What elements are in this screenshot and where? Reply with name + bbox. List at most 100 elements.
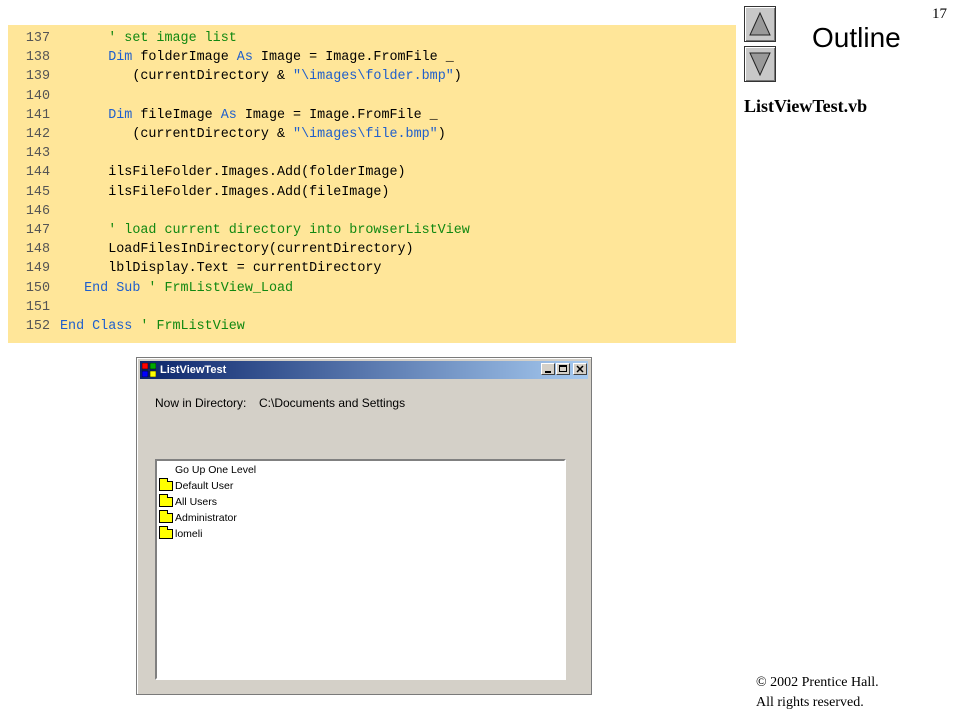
line-number: 149 — [25, 261, 50, 277]
line-number: 150 — [25, 280, 50, 296]
code-keyword: End Sub — [84, 280, 141, 296]
line-number: 138 — [25, 50, 50, 66]
arrow-down-icon — [749, 52, 771, 77]
code-keyword: Dim — [108, 50, 133, 66]
line-number: 141 — [25, 107, 50, 123]
list-item-label: All Users — [175, 496, 218, 508]
next-slide-button[interactable] — [744, 46, 776, 82]
list-item-go-up[interactable]: Go Up One Level — [157, 462, 357, 478]
arrow-up-icon — [749, 11, 771, 36]
code-string: "\images\folder.bmp" — [293, 69, 454, 85]
code-text: ilsFileFolder.Images.Add(folderImage) — [108, 165, 406, 181]
browser-listview[interactable]: Go Up One Level Default User All Users A… — [155, 459, 566, 680]
code-line: 147 ' load current directory into browse… — [8, 221, 470, 240]
line-number: 151 — [25, 299, 50, 315]
list-item-folder[interactable]: Administrator — [157, 510, 357, 526]
list-item-folder[interactable]: Default User — [157, 478, 357, 494]
code-keyword: As — [236, 50, 253, 66]
previous-slide-button[interactable] — [744, 6, 776, 42]
directory-value: C:\Documents and Settings — [259, 396, 406, 410]
code-line: 152 End Class ' FrmListView — [8, 317, 245, 336]
code-line: 138 Dim folderImage As Image = Image.Fro… — [8, 48, 454, 67]
code-line: 151 — [8, 298, 60, 317]
file-title: ListViewTest.vb — [744, 96, 868, 116]
code-text: folderImage — [132, 50, 237, 66]
code-text: Image = Image.FromFile _ — [252, 50, 454, 66]
code-line: 141 Dim fileImage As Image = Image.FromF… — [8, 106, 438, 125]
code-line: 137 ' set image list — [8, 29, 237, 48]
list-item-folder[interactable]: All Users — [157, 494, 357, 510]
folder-icon — [159, 494, 173, 507]
page-number: 17 — [932, 6, 947, 22]
list-item-label: Default User — [175, 480, 234, 492]
folder-icon — [159, 526, 173, 539]
line-number: 142 — [25, 127, 50, 142]
code-line: 144 ilsFileFolder.Images.Add(folderImage… — [8, 163, 406, 182]
list-item-label: Administrator — [175, 512, 237, 524]
code-line: 149 lblDisplay.Text = currentDirectory — [8, 259, 382, 278]
maximize-icon — [559, 365, 567, 372]
copyright-line-1: © 2002 Prentice Hall. — [756, 675, 879, 690]
code-text: (currentDirectory & — [132, 69, 294, 85]
close-icon — [576, 365, 584, 373]
line-number: 144 — [25, 165, 50, 181]
code-comment: ' FrmListView_Load — [148, 280, 294, 296]
code-line: 148 LoadFilesInDirectory(currentDirector… — [8, 240, 414, 259]
code-line: 142 (currentDirectory & "\images\file.bm… — [8, 125, 446, 144]
app-icon — [142, 363, 156, 377]
code-string: "\images\file.bmp" — [293, 127, 438, 142]
folder-icon — [159, 510, 173, 523]
line-number: 140 — [25, 88, 50, 104]
maximize-button[interactable] — [556, 363, 570, 375]
code-line: 146 — [8, 202, 60, 221]
copyright-line-2: All rights reserved. — [756, 695, 864, 710]
list-item-folder[interactable]: lomeli — [157, 526, 357, 542]
window-titlebar[interactable]: ListViewTest — [140, 361, 588, 379]
close-button[interactable] — [573, 363, 587, 375]
code-keyword: Dim — [108, 107, 133, 123]
code-comment: ' FrmListView — [140, 319, 245, 334]
minimize-button[interactable] — [541, 363, 555, 375]
code-keyword: As — [220, 107, 237, 123]
line-number: 145 — [25, 184, 50, 200]
line-number: 148 — [25, 242, 50, 258]
code-line: 145 ilsFileFolder.Images.Add(fileImage) — [8, 183, 390, 202]
code-text: (currentDirectory & — [132, 127, 294, 142]
line-number: 143 — [25, 146, 50, 162]
code-text: ) — [453, 69, 462, 85]
code-text: Image = Image.FromFile _ — [236, 107, 438, 123]
window-title: ListViewTest — [160, 364, 227, 376]
code-line: 139 (currentDirectory & "\images\folder.… — [8, 67, 462, 86]
folder-icon — [159, 478, 173, 491]
outline-label[interactable]: Outline — [812, 22, 901, 54]
line-number: 146 — [25, 203, 50, 219]
code-line: 150 End Sub ' FrmListView_Load — [8, 279, 293, 298]
minimize-icon — [545, 371, 551, 373]
code-text: LoadFilesInDirectory(currentDirectory) — [108, 242, 414, 258]
code-text: fileImage — [132, 107, 221, 123]
code-text: ) — [437, 127, 446, 142]
line-number: 147 — [25, 223, 50, 238]
code-text: ilsFileFolder.Images.Add(fileImage) — [108, 184, 390, 200]
line-number: 152 — [25, 319, 50, 334]
code-text: lblDisplay.Text = currentDirectory — [108, 261, 382, 277]
code-listing: 137 ' set image list 138 Dim folderImage … — [8, 25, 736, 343]
directory-label: Now in Directory: — [155, 396, 247, 410]
copyright-notice: © 2002 Prentice Hall. All rights reserve… — [756, 673, 879, 713]
line-number: 139 — [25, 69, 50, 85]
listviewtest-window: ListViewTest Now in Directory: C:\Docume… — [136, 357, 592, 695]
list-item-label: Go Up One Level — [175, 464, 257, 476]
line-number: 137 — [25, 31, 50, 46]
code-line: 140 — [8, 87, 60, 106]
code-keyword: End Class — [60, 319, 133, 334]
